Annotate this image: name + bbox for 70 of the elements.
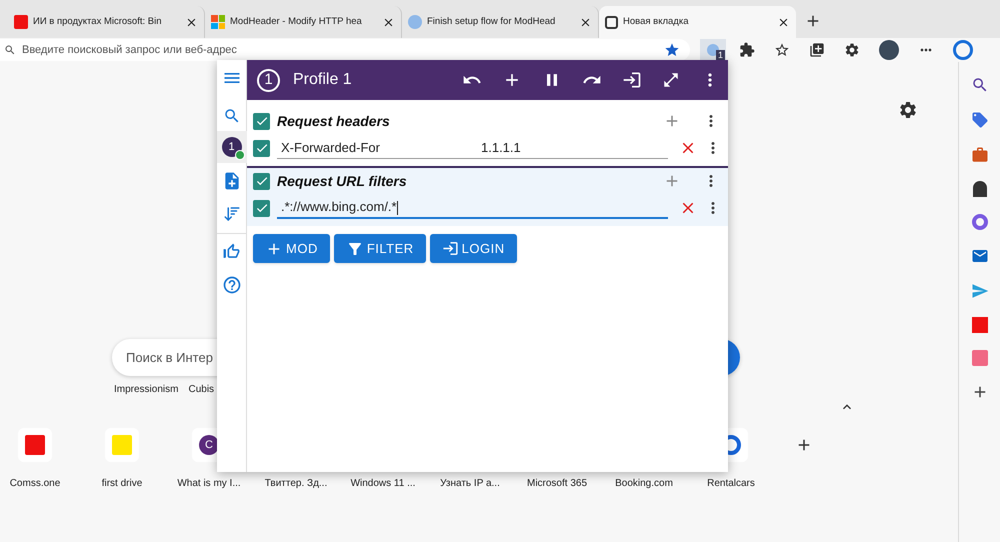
quick-link-label[interactable]: Booking.com	[615, 476, 673, 491]
trending-link[interactable]: Impressionism	[114, 382, 178, 397]
login-icon[interactable]	[622, 70, 642, 90]
extensions-icon[interactable]	[739, 42, 755, 58]
profile-rail-item[interactable]: 1	[216, 131, 246, 163]
collections-icon[interactable]	[809, 42, 825, 58]
checkbox[interactable]	[253, 172, 270, 190]
thumbs-up-icon[interactable]	[222, 242, 241, 261]
quick-link-tile[interactable]	[18, 428, 52, 462]
toolbox-icon[interactable]	[970, 146, 988, 164]
ring-icon[interactable]	[972, 214, 988, 230]
address-field[interactable]: Введите поисковый запрос или веб-адрес	[0, 39, 690, 61]
settings-icon[interactable]	[898, 100, 918, 120]
tab-favicon-icon	[605, 16, 618, 28]
field-name: X-Forwarded-For	[281, 138, 381, 157]
quick-link-label[interactable]: Windows 11 ...	[350, 476, 416, 491]
help-icon[interactable]	[222, 275, 242, 295]
sort-icon[interactable]	[222, 205, 240, 223]
favorite-star-icon[interactable]	[664, 42, 680, 58]
search-icon[interactable]	[970, 76, 988, 94]
quick-link-label[interactable]: Microsoft 365	[526, 476, 588, 491]
square-logo-icon[interactable]	[972, 317, 988, 333]
site-logo-icon	[112, 435, 132, 455]
search-placeholder: Поиск в Интер	[126, 348, 213, 367]
add-modifier-button[interactable]: FILTER	[334, 234, 426, 263]
quick-link-label[interactable]: Rentalcars	[707, 476, 755, 491]
checkbox[interactable]	[253, 140, 270, 156]
profile-number: 1	[257, 68, 280, 92]
field-name: .*://www.bing.com/.*	[281, 198, 399, 217]
add-modifier-button[interactable]: MOD	[253, 234, 330, 263]
tab-title: ИИ в продуктах Microsoft: Bin	[33, 14, 163, 29]
modifier-field[interactable]: .*://www.bing.com/.*	[277, 197, 668, 219]
favorites-icon[interactable]	[774, 42, 790, 58]
tab-favicon-icon	[14, 15, 28, 29]
add-modifier-button[interactable]: LOGIN	[430, 234, 517, 263]
checkbox[interactable]	[253, 112, 270, 130]
paper-plane-icon[interactable]	[970, 282, 988, 300]
gear-icon[interactable]	[844, 42, 860, 58]
site-logo-icon	[25, 435, 45, 455]
section-title: Request URL filters	[277, 172, 408, 191]
mail-icon[interactable]	[970, 247, 988, 265]
quick-link-label[interactable]: Comss.one	[10, 476, 60, 491]
checkbox[interactable]	[253, 200, 270, 216]
avatar-icon[interactable]	[879, 40, 899, 60]
tab-title: Finish setup flow for ModHead	[427, 14, 556, 29]
trending-link[interactable]: Cubis	[188, 382, 214, 397]
quick-link-label[interactable]: first drive	[102, 476, 142, 491]
search-icon	[4, 44, 16, 56]
quick-link-label[interactable]: Твиттер. Зд...	[264, 476, 328, 491]
tag-icon[interactable]	[970, 111, 988, 129]
section-title: Request headers	[277, 112, 391, 131]
tab-favicon-icon	[211, 15, 225, 29]
extension-badge: 1	[716, 50, 725, 60]
profile-badge: 1	[222, 137, 242, 157]
field-value: 1.1.1.1	[481, 138, 521, 157]
login-icon	[442, 240, 459, 257]
address-placeholder: Введите поисковый запрос или веб-адрес	[22, 42, 238, 58]
expand-icon[interactable]	[662, 71, 680, 89]
site-letter-icon: C	[199, 435, 219, 455]
modifier-field[interactable]: X-Forwarded-For 1.1.1.1	[277, 137, 668, 159]
browser-tab[interactable]: Новая вкладка	[599, 6, 796, 38]
tab-title: ModHeader - Modify HTTP hea	[230, 14, 363, 29]
extension-button[interactable]: 1	[700, 39, 726, 61]
tab-title: Новая вкладка	[623, 14, 690, 29]
quick-link-label[interactable]: What is my I...	[177, 476, 241, 491]
profile-name: Profile 1	[293, 70, 353, 90]
quick-link-label[interactable]: Узнать IP a...	[440, 476, 500, 491]
tab-favicon-icon	[408, 15, 422, 29]
quick-link-tile[interactable]	[105, 428, 139, 462]
search-icon[interactable]	[222, 107, 240, 125]
